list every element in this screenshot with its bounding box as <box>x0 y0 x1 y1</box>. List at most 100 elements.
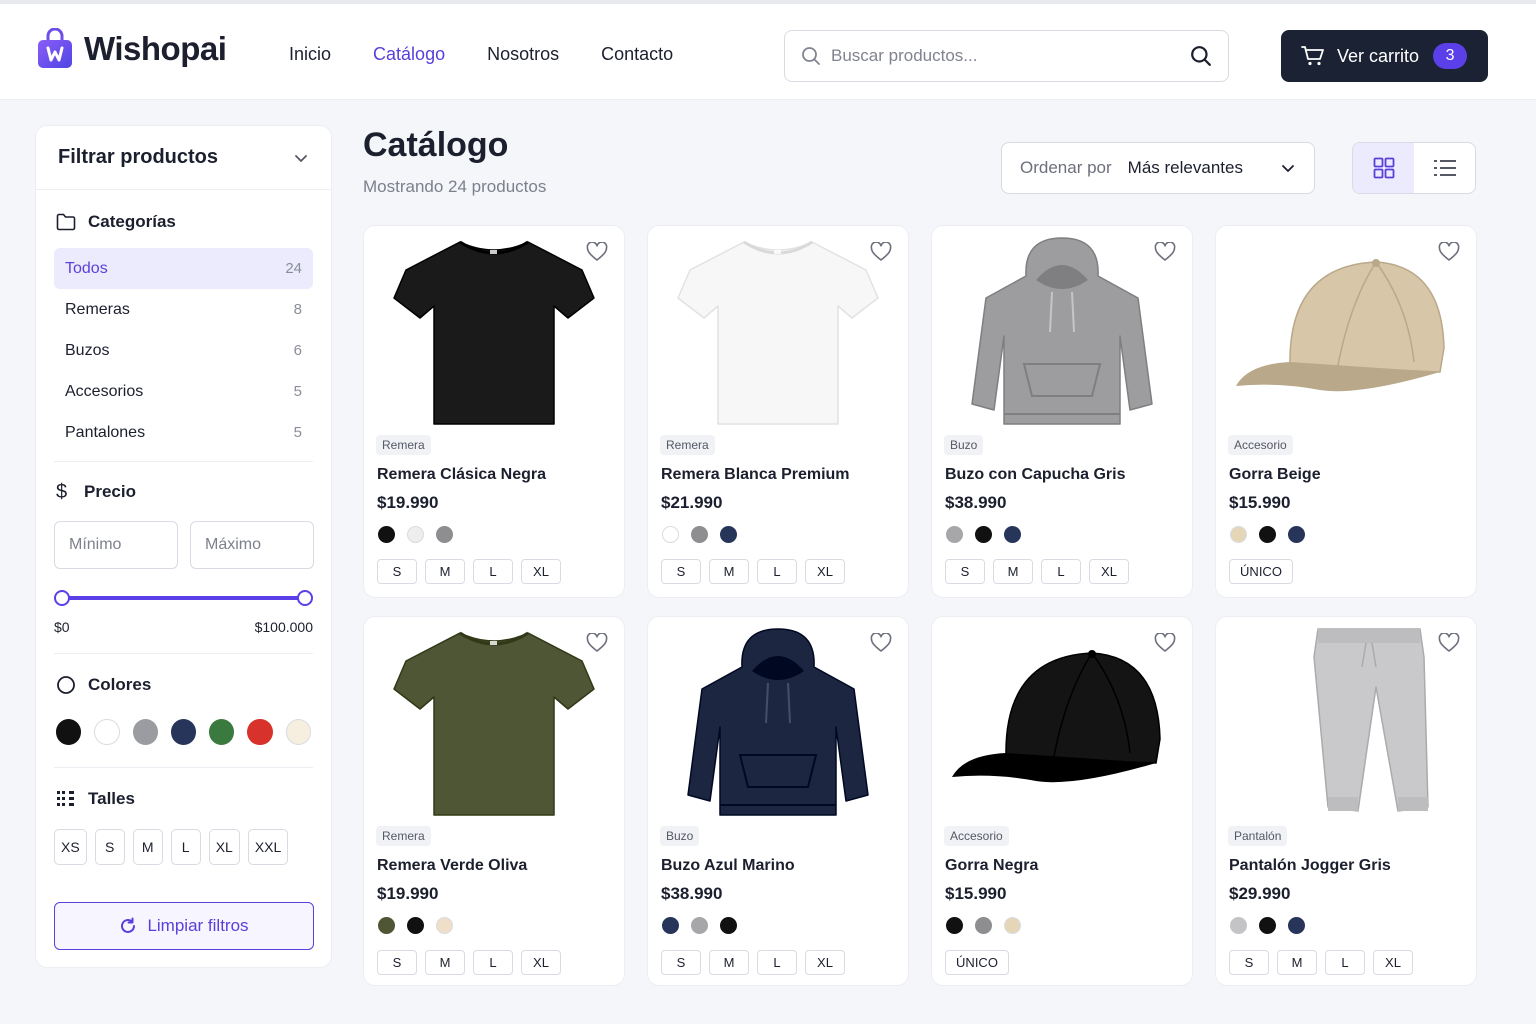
color-swatch[interactable] <box>247 719 273 745</box>
product-image-tshirt[interactable] <box>660 236 896 432</box>
product-card[interactable]: Accesorio Gorra Negra $15.990 ÚNICO <box>931 616 1193 986</box>
product-color-swatch[interactable] <box>407 917 424 934</box>
heart-icon[interactable] <box>1438 632 1460 658</box>
sort-dropdown[interactable]: Ordenar por Más relevantes <box>1001 142 1315 194</box>
product-image-cap[interactable] <box>1228 236 1464 432</box>
price-slider-max-handle[interactable] <box>297 590 313 606</box>
product-size-xl[interactable]: XL <box>805 950 845 975</box>
product-color-swatch[interactable] <box>436 917 453 934</box>
heart-icon[interactable] <box>870 632 892 658</box>
heart-icon[interactable] <box>1154 241 1176 267</box>
size-option-xl[interactable]: XL <box>208 829 240 865</box>
product-size-xl[interactable]: XL <box>521 559 561 584</box>
product-size-m[interactable]: M <box>709 559 749 584</box>
product-color-swatch[interactable] <box>1230 917 1247 934</box>
grid-view-button[interactable] <box>1353 143 1414 193</box>
category-item-remeras[interactable]: Remeras 8 <box>54 289 313 330</box>
product-size-s[interactable]: S <box>661 950 701 975</box>
filter-header[interactable]: Filtrar productos <box>36 126 331 190</box>
product-size-único[interactable]: ÚNICO <box>945 950 1009 975</box>
product-name[interactable]: Gorra Beige <box>1229 466 1321 484</box>
product-color-swatch[interactable] <box>407 526 424 543</box>
product-color-swatch[interactable] <box>946 917 963 934</box>
heart-icon[interactable] <box>870 241 892 267</box>
product-color-swatch[interactable] <box>691 917 708 934</box>
heart-icon[interactable] <box>586 632 608 658</box>
color-swatch[interactable] <box>170 719 197 745</box>
product-size-xl[interactable]: XL <box>521 950 561 975</box>
nav-item-inicio[interactable]: Inicio <box>289 44 331 65</box>
product-name[interactable]: Pantalón Jogger Gris <box>1229 857 1391 875</box>
product-color-swatch[interactable] <box>946 526 963 543</box>
product-image-pants[interactable] <box>1228 627 1464 823</box>
product-size-xl[interactable]: XL <box>1089 559 1129 584</box>
price-min-input[interactable] <box>54 521 178 569</box>
product-name[interactable]: Remera Clásica Negra <box>377 466 546 484</box>
product-size-l[interactable]: L <box>473 559 513 584</box>
product-size-m[interactable]: M <box>709 950 749 975</box>
view-cart-button[interactable]: Ver carrito 3 <box>1281 30 1488 82</box>
product-size-xl[interactable]: XL <box>805 559 845 584</box>
price-slider-min-handle[interactable] <box>54 590 70 606</box>
heart-icon[interactable] <box>586 241 608 267</box>
product-color-swatch[interactable] <box>1004 526 1021 543</box>
price-max-input[interactable] <box>190 521 314 569</box>
product-size-m[interactable]: M <box>425 950 465 975</box>
nav-item-catalogo[interactable]: Catálogo <box>373 44 445 65</box>
product-name[interactable]: Remera Verde Oliva <box>377 857 527 875</box>
product-name[interactable]: Buzo con Capucha Gris <box>945 466 1125 484</box>
product-color-swatch[interactable] <box>1230 526 1247 543</box>
product-color-swatch[interactable] <box>662 526 679 543</box>
brand-logo[interactable]: Wishopai <box>36 28 227 70</box>
product-color-swatch[interactable] <box>1288 526 1305 543</box>
product-size-l[interactable]: L <box>473 950 513 975</box>
product-size-m[interactable]: M <box>993 559 1033 584</box>
product-name[interactable]: Buzo Azul Marino <box>661 857 795 875</box>
product-size-m[interactable]: M <box>425 559 465 584</box>
product-size-s[interactable]: S <box>377 559 417 584</box>
product-color-swatch[interactable] <box>975 526 992 543</box>
size-option-m[interactable]: M <box>132 829 163 865</box>
product-size-l[interactable]: L <box>1041 559 1081 584</box>
product-size-l[interactable]: L <box>757 559 797 584</box>
list-view-button[interactable] <box>1414 143 1475 193</box>
product-color-swatch[interactable] <box>1259 917 1276 934</box>
product-card[interactable]: Remera Remera Clásica Negra $19.990 S M L XL <box>363 225 625 598</box>
product-card[interactable]: Buzo Buzo Azul Marino $38.990 S M L XL <box>647 616 909 986</box>
product-size-m[interactable]: M <box>1277 950 1317 975</box>
product-size-l[interactable]: L <box>1325 950 1365 975</box>
product-size-s[interactable]: S <box>945 559 985 584</box>
color-swatch[interactable] <box>132 719 158 745</box>
product-image-tshirt[interactable] <box>376 627 612 823</box>
product-color-swatch[interactable] <box>975 917 992 934</box>
product-color-swatch[interactable] <box>720 526 737 543</box>
category-item-accesorios[interactable]: Accesorios 5 <box>54 371 313 412</box>
size-option-l[interactable]: L <box>170 829 201 865</box>
product-color-swatch[interactable] <box>662 917 679 934</box>
heart-icon[interactable] <box>1438 241 1460 267</box>
product-size-s[interactable]: S <box>377 950 417 975</box>
size-option-xs[interactable]: XS <box>54 829 87 865</box>
product-size-s[interactable]: S <box>1229 950 1269 975</box>
chevron-down-icon[interactable] <box>293 150 309 166</box>
search-input[interactable] <box>831 46 1190 66</box>
product-name[interactable]: Gorra Negra <box>945 857 1038 875</box>
product-image-hoodie[interactable] <box>944 236 1180 432</box>
size-option-s[interactable]: S <box>94 829 125 865</box>
nav-item-nosotros[interactable]: Nosotros <box>487 44 559 65</box>
product-card[interactable]: Remera Remera Verde Oliva $19.990 S M L XL <box>363 616 625 986</box>
product-card[interactable]: Accesorio Gorra Beige $15.990 ÚNICO <box>1215 225 1477 598</box>
product-card[interactable]: Pantalón Pantalón Jogger Gris $29.990 S M L XL <box>1215 616 1477 986</box>
product-size-xl[interactable]: XL <box>1373 950 1413 975</box>
product-color-swatch[interactable] <box>1004 917 1021 934</box>
product-color-swatch[interactable] <box>378 917 395 934</box>
product-name[interactable]: Remera Blanca Premium <box>661 466 850 484</box>
category-item-pantalones[interactable]: Pantalones 5 <box>54 412 313 453</box>
heart-icon[interactable] <box>1154 632 1176 658</box>
product-color-swatch[interactable] <box>378 526 395 543</box>
product-color-swatch[interactable] <box>1288 917 1305 934</box>
color-swatch[interactable] <box>285 719 311 745</box>
product-image-hoodie[interactable] <box>660 627 896 823</box>
color-swatch[interactable] <box>94 719 120 745</box>
category-item-todos[interactable]: Todos 24 <box>54 248 313 289</box>
